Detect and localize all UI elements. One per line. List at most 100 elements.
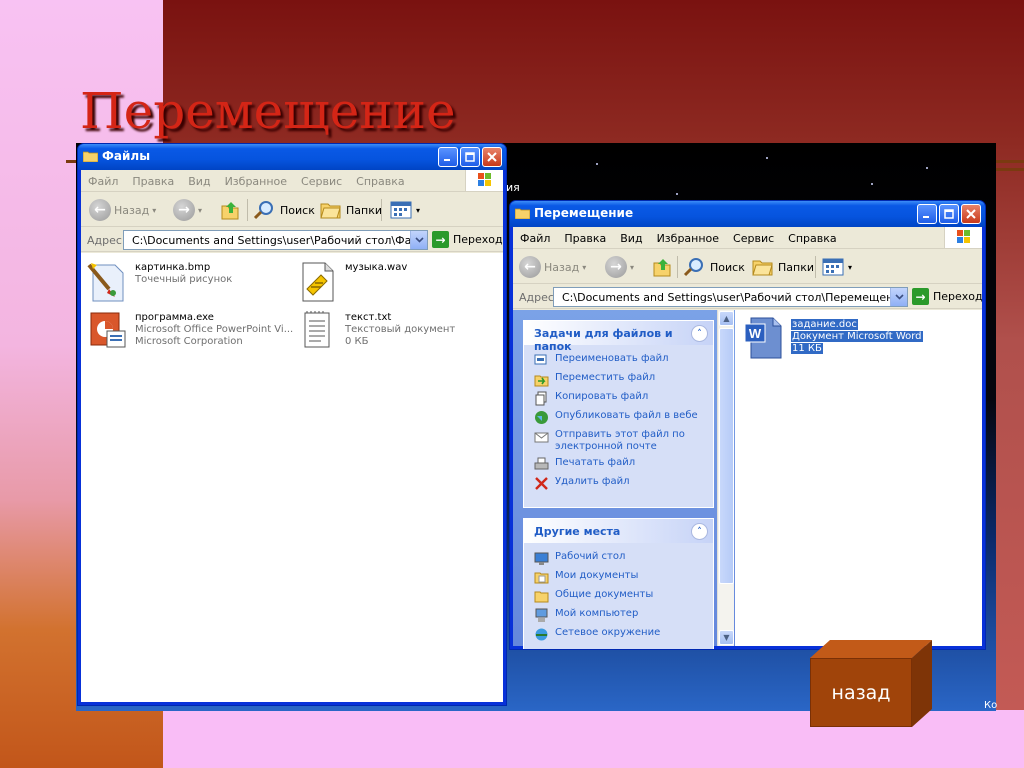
forward-button[interactable]: → ▾ — [173, 198, 202, 222]
menu-favorites[interactable]: Избранное — [650, 227, 726, 245]
toolbar: ← Назад ▾ → ▾ Поиск Папки ▾ — [513, 250, 982, 284]
search-button[interactable]: Поиск — [683, 255, 745, 279]
place-my-documents[interactable]: Мои документы — [524, 568, 713, 587]
menu-file[interactable]: Файл — [513, 227, 557, 245]
views-button[interactable]: ▾ — [389, 198, 420, 222]
menu-tools[interactable]: Сервис — [294, 170, 349, 188]
address-text: C:\Documents and Settings\user\Рабочий с… — [132, 233, 428, 247]
address-bar: Адрес: C:\Documents and Settings\user\Ра… — [81, 228, 503, 252]
folders-button[interactable]: Папки — [751, 255, 814, 279]
minimize-button[interactable] — [438, 147, 458, 167]
task-label: Удалить файл — [555, 476, 630, 487]
menu-help[interactable]: Справка — [781, 227, 843, 245]
folders-icon — [320, 203, 341, 219]
folder-icon — [515, 208, 530, 219]
window-files[interactable]: Файлы Файл Правка Вид Избранное Сервис С… — [77, 143, 507, 706]
place-label: Мои документы — [555, 570, 639, 581]
window-title: Файлы — [102, 149, 151, 163]
task-print[interactable]: Печатать файл — [524, 455, 713, 474]
menu-view[interactable]: Вид — [181, 170, 217, 188]
back-button[interactable]: ← Назад ▾ — [519, 255, 586, 279]
file-item-txt[interactable]: текст.txt Текстовый документ 0 КБ — [297, 309, 455, 353]
address-input[interactable]: C:\Documents and Settings\user\Рабочий с… — [123, 230, 428, 250]
file-item-exe[interactable]: программа.exe Microsoft Office PowerPoin… — [87, 309, 293, 353]
email-icon — [534, 432, 549, 443]
svg-text:W: W — [749, 326, 762, 341]
back-button-label[interactable]: назад — [810, 658, 912, 727]
window-move[interactable]: Перемещение Файл Правка Вид Избранное Се… — [509, 200, 986, 650]
task-copy[interactable]: Копировать файл — [524, 389, 713, 408]
file-item-doc[interactable]: W задание.doc Документ Microsoft Word 11… — [743, 316, 923, 360]
file-name: текст.txt — [345, 312, 392, 323]
file-item-bmp[interactable]: картинка.bmp Точечный рисунок — [87, 259, 232, 303]
other-places-title: Другие места — [534, 525, 621, 538]
powerpoint-icon — [90, 312, 126, 348]
menu-view[interactable]: Вид — [613, 227, 649, 245]
window-files-titlebar[interactable]: Файлы — [78, 144, 506, 170]
menu-tools[interactable]: Сервис — [726, 227, 781, 245]
task-email[interactable]: Отправить этот файл по электронной почте — [524, 427, 713, 455]
back-label: Назад — [544, 260, 580, 274]
place-my-computer[interactable]: Мой компьютер — [524, 606, 713, 625]
scroll-thumb[interactable] — [719, 328, 734, 584]
menu-bar: Файл Правка Вид Избранное Сервис Справка — [513, 227, 982, 249]
menu-help[interactable]: Справка — [349, 170, 411, 188]
folder-content: Задачи для файлов и папок ˄ Переименоват… — [513, 310, 982, 649]
menu-edit[interactable]: Правка — [125, 170, 181, 188]
scroll-up-button[interactable]: ▲ — [719, 311, 734, 326]
address-dropdown-button[interactable] — [410, 231, 427, 249]
up-folder-icon — [653, 259, 671, 277]
place-shared-documents[interactable]: Общие документы — [524, 587, 713, 606]
forward-arrow-icon: → — [173, 199, 195, 221]
back-nav-button[interactable]: назад — [810, 640, 932, 727]
views-button[interactable]: ▾ — [821, 255, 852, 279]
task-label: Переместить файл — [555, 372, 656, 383]
collapse-chevron-icon[interactable]: ˄ — [691, 523, 708, 540]
go-button[interactable]: → Переход — [432, 231, 503, 248]
views-icon — [822, 258, 844, 276]
address-input[interactable]: C:\Documents and Settings\user\Рабочий с… — [553, 287, 908, 307]
go-label: Переход — [453, 233, 503, 246]
maximize-button[interactable] — [939, 204, 959, 224]
place-desktop[interactable]: Рабочий стол — [524, 549, 713, 568]
window-move-titlebar[interactable]: Перемещение — [510, 201, 985, 227]
close-button[interactable] — [961, 204, 981, 224]
task-move[interactable]: Переместить файл — [524, 370, 713, 389]
move-icon — [534, 375, 549, 387]
other-places-header[interactable]: Другие места ˄ — [524, 519, 713, 543]
go-button[interactable]: → Переход — [912, 288, 983, 305]
search-button[interactable]: Поиск — [253, 198, 315, 222]
collapse-chevron-icon[interactable]: ˄ — [691, 325, 708, 342]
go-label: Переход — [933, 290, 983, 303]
search-label: Поиск — [710, 260, 745, 274]
task-label: Печатать файл — [555, 457, 636, 468]
task-label: Отправить этот файл по электронной почте — [555, 429, 685, 452]
close-button[interactable] — [482, 147, 502, 167]
menu-favorites[interactable]: Избранное — [218, 170, 294, 188]
back-button[interactable]: ← Назад ▾ — [89, 198, 156, 222]
menu-edit[interactable]: Правка — [557, 227, 613, 245]
up-folder-button[interactable] — [651, 255, 673, 279]
file-tasks-header[interactable]: Задачи для файлов и папок ˄ — [524, 321, 713, 353]
menu-bar: Файл Правка Вид Избранное Сервис Справка — [81, 170, 503, 192]
up-folder-button[interactable] — [219, 198, 241, 222]
scroll-down-button[interactable]: ▼ — [719, 630, 734, 645]
task-delete[interactable]: Удалить файл — [524, 474, 713, 493]
minimize-button[interactable] — [917, 204, 937, 224]
place-network[interactable]: Сетевое окружение — [524, 625, 713, 644]
maximize-button[interactable] — [460, 147, 480, 167]
file-item-wav[interactable]: музыка.wav — [297, 259, 407, 303]
address-dropdown-button[interactable] — [890, 288, 907, 306]
close-icon — [966, 209, 976, 219]
forward-button[interactable]: → ▾ — [605, 255, 634, 279]
task-publish-web[interactable]: Опубликовать файл в вебе — [524, 408, 713, 427]
file-size: 11 КБ — [791, 343, 823, 354]
task-rename[interactable]: Переименовать файл — [524, 351, 713, 370]
menu-file[interactable]: Файл — [81, 170, 125, 188]
folders-button[interactable]: Папки — [319, 198, 382, 222]
windows-logo-icon — [465, 170, 503, 191]
minimize-icon — [923, 216, 929, 218]
task-label: Опубликовать файл в вебе — [555, 410, 698, 421]
task-pane-scrollbar[interactable]: ▲ ▼ — [717, 310, 734, 646]
wave-audio-icon — [302, 262, 334, 302]
